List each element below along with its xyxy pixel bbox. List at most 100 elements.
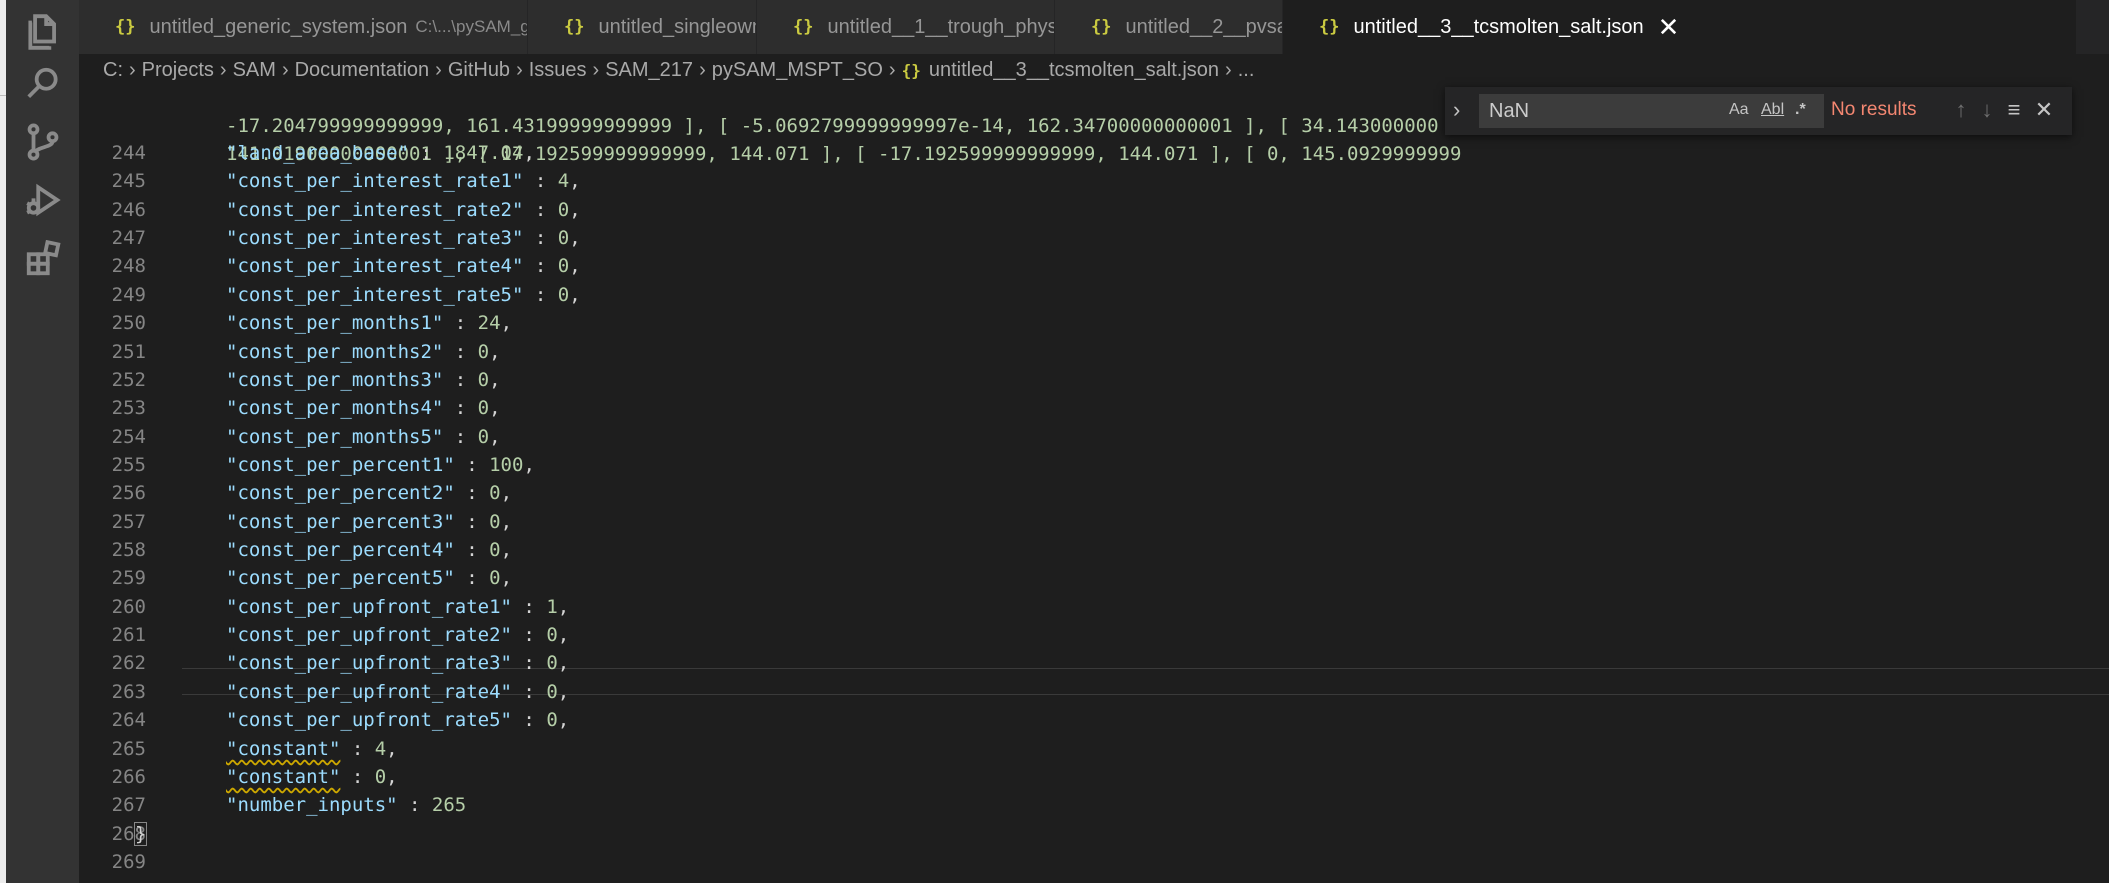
close-tab-icon[interactable]: ✕ <box>1658 12 1680 43</box>
json-file-icon: {} <box>1091 17 1112 37</box>
line-number: 253 <box>111 397 146 419</box>
code-line: 267 "number_inputs" : 265 <box>79 791 2109 819</box>
line-number: 257 <box>111 511 146 533</box>
code-text: "land_area_base" : 1847.04, <box>226 142 535 164</box>
code-line: 256 "const_per_percent2" : 0, <box>79 479 2109 507</box>
comma: , <box>500 312 513 334</box>
breadcrumb-item-pysam-mspt-so[interactable]: pySAM_MSPT_SO <box>712 59 883 82</box>
code-line: 255 "const_per_percent1" : 100, <box>79 451 2109 479</box>
breadcrumb-item-sam[interactable]: SAM <box>233 59 276 82</box>
code-text: "const_per_months3" : 0, <box>226 369 501 391</box>
code-text: "constant" : 4, <box>226 738 398 760</box>
comma: , <box>489 426 501 448</box>
comma: , <box>557 652 570 674</box>
match-case-toggle[interactable]: Aa <box>1729 101 1749 123</box>
breadcrumb-item-issues[interactable]: Issues <box>529 59 587 82</box>
json-key: "const_per_percent3" <box>226 511 455 533</box>
breadcrumb-item-projects[interactable]: Projects <box>142 59 214 82</box>
close-find-icon[interactable]: ✕ <box>2031 97 2057 125</box>
breadcrumb-item-documentation[interactable]: Documentation <box>295 59 430 82</box>
breadcrumb-item-file[interactable]: untitled__3__tcsmolten_salt.json <box>929 59 1219 82</box>
json-key: "const_per_months3" <box>226 369 444 391</box>
line-number: 265 <box>111 738 146 760</box>
comma: , <box>569 284 581 306</box>
comma: , <box>557 596 570 618</box>
code-text: "number_inputs" : 265 <box>226 794 467 816</box>
json-value: 0 <box>477 369 490 391</box>
json-file-icon: {} <box>115 17 136 37</box>
extensions-icon[interactable] <box>24 240 62 278</box>
match-whole-word-toggle[interactable]: Abl <box>1761 101 1784 123</box>
json-value: 1 <box>546 596 558 618</box>
next-match-arrow-down-icon[interactable]: ↓ <box>1974 97 2000 125</box>
comma: , <box>500 567 513 589</box>
tab-untitled-2-pvsamv1[interactable]: {} untitled__2__pvsamv1.json <box>1055 0 1283 54</box>
json-value: 0 <box>557 199 570 221</box>
tab-untitled-generic-system[interactable]: {} untitled_generic_system.json C:\...\p… <box>79 0 528 54</box>
comma: , <box>500 482 513 504</box>
json-value: 0 <box>557 284 570 306</box>
comma: , <box>569 255 581 277</box>
json-value: 0 <box>489 511 501 533</box>
code-line: 249 "const_per_interest_rate5" : 0, <box>79 281 2109 309</box>
code-text: "const_per_percent3" : 0, <box>226 511 513 533</box>
comma: , <box>489 397 501 419</box>
json-key: "const_per_upfront_rate5" <box>226 709 512 731</box>
comma: , <box>500 511 513 533</box>
line-number: 250 <box>111 312 146 334</box>
comma: , <box>489 369 501 391</box>
json-key: "const_per_months2" <box>226 341 444 363</box>
line-number: 259 <box>111 567 146 589</box>
run-debug-icon[interactable] <box>24 181 62 219</box>
comma: , <box>569 170 581 192</box>
code-line: 253 "const_per_months4" : 0, <box>79 394 2109 422</box>
tab-untitled-3-tcsmolten-salt[interactable]: {} untitled__3__tcsmolten_salt.json ✕ <box>1283 0 2077 54</box>
json-value: 0 <box>546 652 558 674</box>
chevron-right-icon: › <box>888 59 896 81</box>
code-line: 258 "const_per_percent4" : 0, <box>79 536 2109 564</box>
code-line: 264 "const_per_upfront_rate5" : 0, <box>79 706 2109 734</box>
explorer-files-icon[interactable] <box>24 13 62 51</box>
find-widget: › Aa Abl .* No results ↑ ↓ ≡ ✕ <box>1445 87 2072 135</box>
json-value: 24 <box>477 312 501 334</box>
breadcrumb-item-sam217[interactable]: SAM_217 <box>605 59 693 82</box>
code-line: 250 "const_per_months1" : 24, <box>79 309 2109 337</box>
source-control-icon[interactable] <box>24 123 62 161</box>
code-line: 261 "const_per_upfront_rate2" : 0, <box>79 621 2109 649</box>
breadcrumb-item-drive[interactable]: C: <box>103 59 123 82</box>
search-icon[interactable] <box>24 65 62 103</box>
line-number: 266 <box>111 766 146 788</box>
code-line: 269 <box>79 848 2109 876</box>
json-value: 0 <box>546 709 558 731</box>
json-key: "const_per_percent5" <box>226 567 455 589</box>
json-key: "const_per_interest_rate2" <box>226 199 524 221</box>
tab-label: untitled_singleowner.json <box>598 15 757 38</box>
code-text: "const_per_upfront_rate4" : 0, <box>226 681 570 703</box>
code-line: 268} <box>79 820 2109 848</box>
breadcrumb-item-github[interactable]: GitHub <box>448 59 510 82</box>
code-text: "const_per_percent5" : 0, <box>226 567 513 589</box>
line-number: 248 <box>111 255 146 277</box>
json-key: "const_per_interest_rate5" <box>226 284 524 306</box>
json-key: "const_per_upfront_rate1" <box>226 596 512 618</box>
breadcrumb-item-symbol[interactable]: ... <box>1238 59 1255 82</box>
find-in-selection-icon[interactable]: ≡ <box>2001 97 2027 125</box>
json-value: 0 <box>546 624 558 646</box>
json-file-icon: {} <box>1319 17 1340 37</box>
code-text: "const_per_percent4" : 0, <box>226 539 513 561</box>
toggle-replace-chevron-icon[interactable]: › <box>1453 97 1473 125</box>
line-number: 254 <box>111 426 146 448</box>
code-line: 260 "const_per_upfront_rate1" : 1, <box>79 593 2109 621</box>
json-key: "const_per_percent2" <box>226 482 455 504</box>
json-key: "const_per_upfront_rate3" <box>226 652 512 674</box>
tab-untitled-1-trough-physical[interactable]: {} untitled__1__trough_physical.json <box>757 0 1055 54</box>
tab-label: untitled__1__trough_physical.json <box>827 15 1055 38</box>
comma: , <box>386 738 398 760</box>
tab-untitled-singleowner[interactable]: {} untitled_singleowner.json <box>528 0 757 54</box>
use-regex-toggle[interactable]: .* <box>1795 101 1806 123</box>
code-editor[interactable]: -17.204799999999999, 161.43199999999999 … <box>79 87 2109 883</box>
comma: , <box>500 539 513 561</box>
previous-match-arrow-up-icon[interactable]: ↑ <box>1948 97 1974 125</box>
chevron-right-icon: › <box>592 59 600 81</box>
code-line: 262 "const_per_upfront_rate3" : 0, <box>79 649 2109 677</box>
